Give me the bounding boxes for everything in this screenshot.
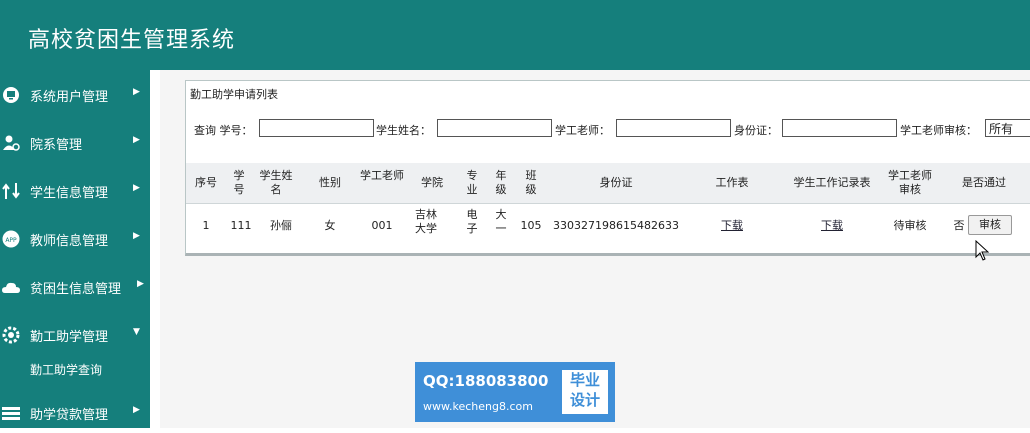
- header-college: 学院: [421, 176, 443, 189]
- chevron-right-icon: ▶: [133, 135, 140, 145]
- watermark-banner: QQ:188083800 www.kecheng8.com 毕业 设计: [415, 362, 615, 422]
- review-button[interactable]: 审核: [968, 215, 1012, 235]
- cell-teacher: 001: [371, 219, 393, 232]
- teacher-review-label: 学工老师审核：: [900, 124, 977, 137]
- chevron-right-icon: ▶: [137, 279, 144, 289]
- header-gender: 性别: [319, 176, 341, 189]
- header-teacher-review: 学工老师审核: [888, 169, 932, 196]
- work-record-download-link[interactable]: 下载: [812, 219, 852, 233]
- cell-major: 电子: [466, 208, 478, 235]
- cell-college: 吉林大学: [415, 208, 437, 235]
- cell-gender: 女: [324, 219, 336, 232]
- watermark-tag-line1: 毕业: [569, 371, 600, 389]
- teacher-review-select[interactable]: 所有: [985, 119, 1030, 137]
- cell-class: 105: [520, 219, 542, 232]
- header-no: 序号: [195, 176, 217, 189]
- cloud-icon: [2, 282, 20, 293]
- cell-student-name: 孙俪: [270, 219, 292, 232]
- teacher-input[interactable]: [616, 119, 731, 137]
- chevron-right-icon: ▶: [133, 405, 140, 415]
- cell-id-card: 330327198615482633: [553, 219, 679, 232]
- app-title: 高校贫困生管理系统: [28, 28, 236, 53]
- sidebar-item-poor-students[interactable]: 贫困生信息管理 ▶: [0, 267, 150, 307]
- app-header: 高校贫困生管理系统: [0, 0, 1030, 70]
- worksheet-download-link[interactable]: 下载: [712, 219, 752, 233]
- sidebar-item-label: 学生信息管理: [30, 186, 109, 201]
- header-class: 班级: [525, 169, 537, 196]
- watermark-tag: 毕业 设计: [562, 370, 608, 414]
- applications-table: 序号 学号 学生姓名 性别 学工老师 学院 专业 年级 班级 身份证 工作表 学…: [186, 163, 1030, 251]
- svg-text:APP: APP: [5, 237, 17, 244]
- monitor-icon: [3, 87, 19, 103]
- sidebar-item-students[interactable]: 学生信息管理 ▶: [0, 171, 150, 211]
- sidebar-item-teachers[interactable]: APP 教师信息管理 ▶: [0, 219, 150, 259]
- cell-passed: 否: [953, 219, 965, 232]
- search-bar: 查询 学号： 学生姓名： 学工老师： 身份证： 学工老师审核： 所有: [186, 119, 1030, 139]
- student-name-label: 学生姓名：: [376, 124, 431, 137]
- sidebar-item-label: 系统用户管理: [30, 90, 109, 105]
- sidebar-item-label: 勤工助学管理: [30, 330, 109, 345]
- table-header: 序号 学号 学生姓名 性别 学工老师 学院 专业 年级 班级 身份证 工作表 学…: [186, 163, 1030, 204]
- header-worksheet: 工作表: [715, 176, 749, 189]
- chevron-right-icon: ▶: [133, 231, 140, 241]
- cell-grade: 大一: [495, 208, 507, 235]
- panel-title: 勤工助学申请列表: [190, 88, 278, 101]
- cell-student-id: 111: [230, 219, 252, 232]
- app-icon: APP: [2, 230, 20, 248]
- watermark-qq: QQ:188083800: [423, 372, 549, 390]
- teacher-label: 学工老师：: [555, 124, 610, 137]
- header-passed: 是否通过: [962, 176, 1006, 189]
- watermark-tag-line2: 设计: [569, 391, 600, 409]
- chevron-right-icon: ▶: [133, 183, 140, 193]
- header-student-name: 学生姓名: [259, 169, 293, 196]
- sidebar-item-work-study[interactable]: 勤工助学管理 ▼: [0, 315, 150, 355]
- mouse-cursor-icon: [975, 240, 989, 261]
- cell-no: 1: [202, 219, 210, 232]
- sidebar-item-label: 贫困生信息管理: [30, 282, 122, 297]
- sidebar-subitem-work-study-query[interactable]: 勤工助学查询: [30, 361, 102, 378]
- query-student-id-label: 查询 学号：: [194, 124, 253, 137]
- sidebar: 系统用户管理 ▶ 院系管理 ▶ 学生信息管理 ▶ APP 教师信息管理 ▶ 贫困…: [0, 70, 150, 428]
- chevron-down-icon: ▼: [133, 327, 140, 337]
- sidebar-item-label: 教师信息管理: [30, 234, 109, 249]
- header-id-card: 身份证: [599, 176, 633, 189]
- header-major: 专业: [466, 169, 478, 196]
- cell-teacher-review-status: 待审核: [893, 219, 927, 232]
- work-study-list-box: 勤工助学申请列表 查询 学号： 学生姓名： 学工老师： 身份证： 学工老师审核：…: [185, 80, 1030, 256]
- header-teacher: 学工老师: [360, 169, 404, 182]
- sidebar-item-label: 助学贷款管理: [30, 408, 109, 423]
- student-id-input[interactable]: [259, 119, 374, 137]
- id-card-input[interactable]: [782, 119, 897, 137]
- sidebar-item-label: 院系管理: [30, 138, 83, 153]
- header-work-record: 学生工作记录表: [793, 176, 871, 189]
- gear-icon: [2, 326, 20, 344]
- arrows-icon: [2, 183, 20, 199]
- chevron-right-icon: ▶: [133, 87, 140, 97]
- header-grade: 年级: [495, 169, 507, 196]
- student-name-input[interactable]: [437, 119, 552, 137]
- watermark-url: www.kecheng8.com: [423, 400, 533, 413]
- sidebar-item-departments[interactable]: 院系管理 ▶: [0, 123, 150, 163]
- sidebar-item-system-users[interactable]: 系统用户管理 ▶: [0, 75, 150, 115]
- stack-icon: [2, 407, 20, 420]
- sidebar-item-student-loans[interactable]: 助学贷款管理 ▶: [0, 393, 150, 433]
- table-row: 1 111 孙俪 女 001 吉林大学 电子 大一 105 3303271986…: [186, 206, 1030, 246]
- id-card-label: 身份证：: [734, 124, 778, 137]
- user-gear-icon: [3, 135, 20, 151]
- header-student-id: 学号: [233, 169, 245, 196]
